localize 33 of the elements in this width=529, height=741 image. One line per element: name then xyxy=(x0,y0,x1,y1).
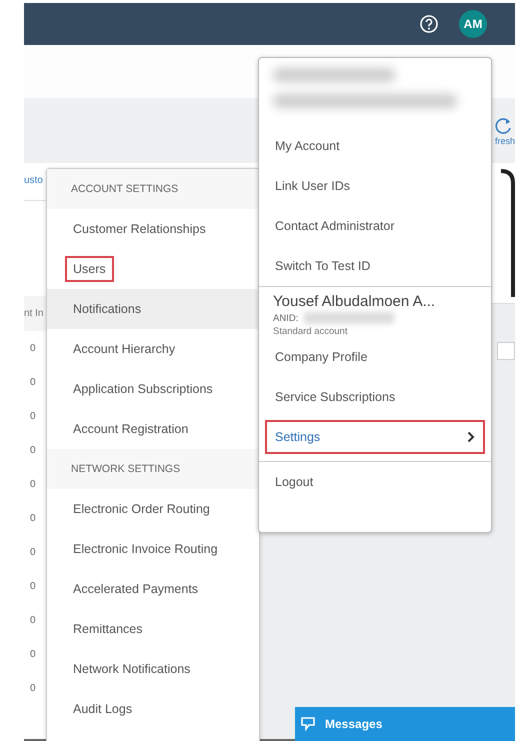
anid-label: ANID: xyxy=(273,312,298,324)
account-type: Standard account xyxy=(273,326,348,337)
section-heading: ACCOUNT SETTINGS xyxy=(71,183,178,195)
help-icon[interactable] xyxy=(419,14,439,34)
menu-item[interactable]: Switch To Test ID xyxy=(265,249,485,283)
menu-item[interactable]: Accelerated Payments xyxy=(65,576,206,602)
menu-item[interactable]: Electronic Invoice Routing xyxy=(65,536,226,562)
menu-item[interactable]: Remittances xyxy=(65,616,150,642)
input-field[interactable] xyxy=(497,342,515,360)
table-cell-text: 0 xyxy=(29,682,37,696)
menu-item[interactable]: Application Subscriptions xyxy=(65,376,221,402)
menu-item[interactable]: Electronic Order Routing xyxy=(65,496,218,522)
menu-item[interactable]: Account Hierarchy xyxy=(65,336,184,362)
menu-item[interactable]: Settings xyxy=(265,420,485,454)
menu-item[interactable]: Company Profile xyxy=(265,340,485,374)
menu-item[interactable]: My Account xyxy=(265,129,485,163)
menu-item[interactable]: Service Subscriptions xyxy=(265,380,485,414)
menu-item[interactable]: Link User IDs xyxy=(265,169,485,203)
user-name: Yousef Albudalmoen A... xyxy=(273,293,436,310)
menu-item[interactable]: Network Notifications xyxy=(65,656,198,682)
section-heading: NETWORK SETTINGS xyxy=(71,463,180,475)
refresh-button[interactable]: fresh xyxy=(493,116,515,146)
user-avatar[interactable]: AM xyxy=(459,10,487,38)
table-cell-text: 0 xyxy=(29,444,37,458)
menu-item[interactable]: Audit Logs xyxy=(65,696,140,722)
menu-item[interactable]: Customer Relationships xyxy=(65,216,214,242)
customer-link[interactable]: usto xyxy=(24,175,43,186)
chevron-right-icon xyxy=(467,431,475,443)
chat-icon xyxy=(301,717,315,731)
menu-item[interactable]: Contact Administrator xyxy=(265,209,485,243)
menu-item[interactable]: Users xyxy=(65,256,114,282)
menu-item[interactable]: Logout xyxy=(265,465,485,499)
menu-item[interactable]: Account Registration xyxy=(65,416,196,442)
